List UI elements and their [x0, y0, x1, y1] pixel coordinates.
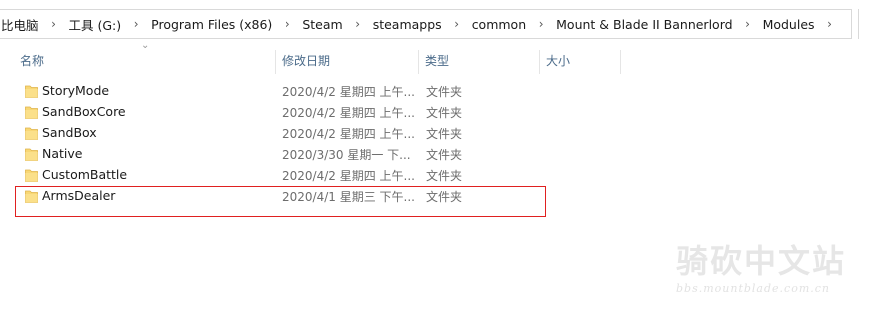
chevron-right-icon[interactable]: › [535, 10, 547, 38]
file-row[interactable]: CustomBattle 2020/4/2 星期四 上午... 文件夹 [0, 165, 880, 186]
file-type: 文件夹 [426, 85, 463, 99]
file-name: SandBox [42, 125, 97, 140]
folder-icon [25, 85, 38, 98]
file-type: 文件夹 [426, 127, 463, 141]
column-header: 名称 修改日期 类型 大小 [0, 50, 880, 76]
file-name: Native [42, 146, 83, 161]
file-row[interactable]: StoryMode 2020/4/2 星期四 上午... 文件夹 [0, 81, 880, 102]
file-date: 2020/3/30 星期一 下... [282, 148, 411, 162]
highlight-annotation-box [15, 186, 546, 217]
breadcrumb-item-modules[interactable]: Modules [754, 10, 824, 38]
column-divider[interactable] [620, 50, 621, 74]
breadcrumb-item-bannerlord[interactable]: Mount & Blade II Bannerlord [547, 10, 741, 38]
file-date: 2020/4/2 星期四 上午... [282, 85, 414, 99]
file-row[interactable]: Native 2020/3/30 星期一 下... 文件夹 [0, 144, 880, 165]
chevron-right-icon[interactable]: › [352, 10, 364, 38]
breadcrumb-item-drive[interactable]: 工具 (G:) [60, 10, 131, 38]
file-name: SandBoxCore [42, 104, 126, 119]
folder-icon [25, 169, 38, 182]
folder-icon [25, 127, 38, 140]
breadcrumb-item-this-pc[interactable]: 比电脑 [0, 10, 48, 38]
chevron-right-icon[interactable]: › [48, 10, 60, 38]
address-bar-edge [858, 9, 880, 39]
breadcrumb: 比电脑 › 工具 (G:) › Program Files (x86) › St… [0, 9, 852, 39]
chevron-right-icon[interactable]: › [451, 10, 463, 38]
column-header-type[interactable]: 类型 [419, 50, 539, 74]
column-header-size[interactable]: 大小 [540, 50, 620, 74]
column-header-name[interactable]: 名称 [14, 50, 276, 74]
address-bar[interactable]: 比电脑 › 工具 (G:) › Program Files (x86) › St… [0, 0, 880, 50]
file-row[interactable]: SandBoxCore 2020/4/2 星期四 上午... 文件夹 [0, 102, 880, 123]
file-row[interactable]: SandBox 2020/4/2 星期四 上午... 文件夹 [0, 123, 880, 144]
folder-icon [25, 106, 38, 119]
watermark-url: bbs.mountblade.com.cn [676, 282, 830, 295]
file-date: 2020/4/2 星期四 上午... [282, 169, 414, 183]
file-name: StoryMode [42, 83, 110, 98]
file-date: 2020/4/2 星期四 上午... [282, 106, 414, 120]
file-name: CustomBattle [42, 167, 128, 182]
chevron-right-icon[interactable]: › [281, 10, 293, 38]
file-type: 文件夹 [426, 106, 463, 120]
file-type: 文件夹 [426, 148, 463, 162]
breadcrumb-item-program-files[interactable]: Program Files (x86) [142, 10, 281, 38]
chevron-right-icon[interactable]: › [824, 10, 836, 38]
watermark: 骑砍中文站 bbs.mountblade.com.cn [676, 236, 846, 295]
file-date: 2020/4/2 星期四 上午... [282, 127, 414, 141]
file-type: 文件夹 [426, 169, 463, 183]
column-header-date[interactable]: 修改日期 [276, 50, 418, 74]
breadcrumb-item-common[interactable]: common [463, 10, 535, 38]
breadcrumb-item-steam[interactable]: Steam [293, 10, 351, 38]
chevron-right-icon[interactable]: › [130, 10, 142, 38]
chevron-right-icon[interactable]: › [742, 10, 754, 38]
folder-icon [25, 148, 38, 161]
watermark-title: 骑砍中文站 [676, 242, 847, 280]
breadcrumb-item-steamapps[interactable]: steamapps [364, 10, 451, 38]
